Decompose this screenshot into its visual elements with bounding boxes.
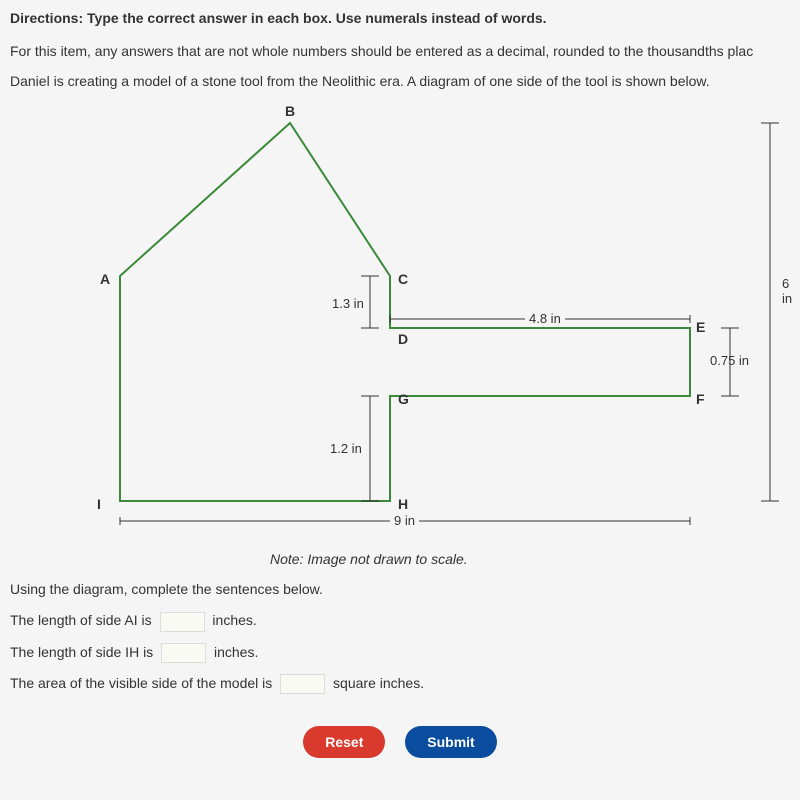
vertex-b: B [285,103,295,119]
submit-button[interactable]: Submit [405,726,496,758]
q2-input[interactable] [161,643,206,663]
vertex-f: F [696,391,705,407]
measure-ef: 0.75 in [710,353,749,368]
measure-de: 4.8 in [525,311,565,326]
q1-input[interactable] [160,612,205,632]
vertex-h: H [398,496,408,512]
measure-gh: 1.2 in [328,441,364,456]
vertex-c: C [398,271,408,287]
measure-cd: 1.3 in [330,296,366,311]
directions-text: Directions: Type the correct answer in e… [10,10,790,26]
vertex-a: A [100,271,110,287]
q2-pre: The length of side IH is [10,644,153,660]
q1-pre: The length of side AI is [10,612,152,628]
q2-post: inches. [214,644,258,660]
questions-intro: Using the diagram, complete the sentence… [10,577,790,602]
vertex-d: D [398,331,408,347]
vertex-i: I [97,496,101,512]
q1-post: inches. [212,612,256,628]
note-text: Note: Image not drawn to scale. [270,551,790,567]
diagram-svg [10,101,800,531]
q3-post: square inches. [333,675,424,691]
measure-total-height: 6 in [782,276,792,306]
question-2: The length of side IH is inches. [10,640,790,665]
measure-hi: 9 in [390,513,419,528]
vertex-g: G [398,391,409,407]
vertex-e: E [696,319,705,335]
problem-line2: Daniel is creating a model of a stone to… [10,72,790,92]
question-3: The area of the visible side of the mode… [10,671,790,696]
q3-input[interactable] [280,674,325,694]
question-1: The length of side AI is inches. [10,608,790,633]
problem-line1: For this item, any answers that are not … [10,42,790,62]
reset-button[interactable]: Reset [303,726,385,758]
diagram: A B C D E F G H I 1.3 in 4.8 in 0.75 in … [10,101,790,531]
q3-pre: The area of the visible side of the mode… [10,675,272,691]
